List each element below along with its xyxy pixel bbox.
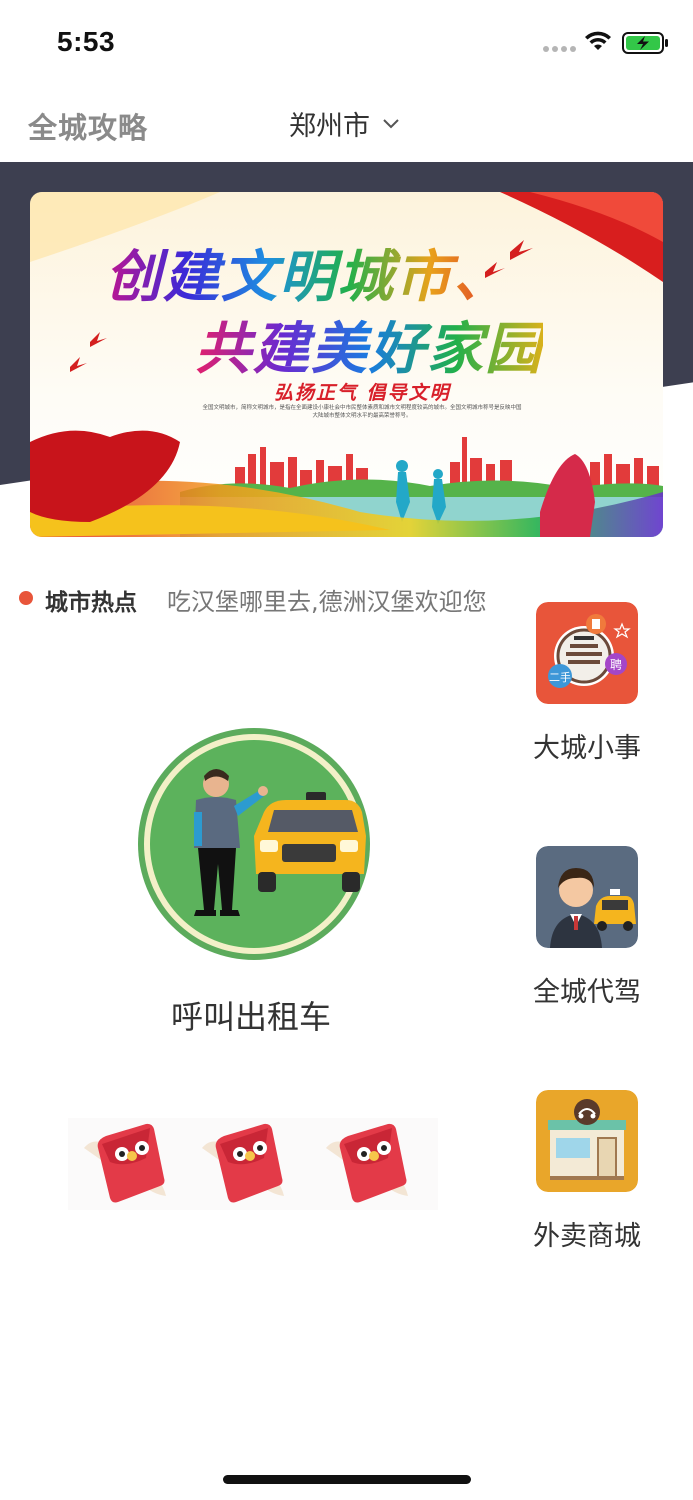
hot-news-dot bbox=[19, 591, 33, 605]
service-label: 全城代驾 bbox=[533, 977, 641, 1008]
hot-news-label: 城市热点 bbox=[45, 590, 137, 616]
taxi-hail-icon bbox=[138, 728, 370, 960]
service-chauffeur[interactable]: 全城代驾 bbox=[522, 846, 652, 1009]
delivery-shop-icon bbox=[536, 1090, 638, 1192]
red-envelope-icon bbox=[326, 1123, 408, 1203]
red-envelope-icon bbox=[202, 1123, 284, 1203]
home-indicator[interactable] bbox=[223, 1475, 471, 1484]
call-taxi-button[interactable] bbox=[136, 726, 372, 962]
status-time: 5:53 bbox=[57, 26, 116, 57]
red-envelope-icon bbox=[84, 1123, 166, 1203]
call-taxi-label: 呼叫出租车 bbox=[170, 998, 331, 1036]
banner-headline-2: 共建美好家园 bbox=[195, 304, 543, 385]
chauffeur-icon bbox=[536, 846, 638, 948]
service-label: 外卖商城 bbox=[533, 1221, 641, 1252]
page-title: 全城攻略 bbox=[28, 111, 149, 145]
banner[interactable]: 创建文明城市、 共建美好家园 弘扬正气 倡导文明 全国文明城市，简称文明城市，是… bbox=[30, 192, 663, 537]
banner-small-text: 全国文明城市，简称文明城市，是指在全面建设小康社会中市民整体素质和城市文明程度较… bbox=[202, 405, 522, 419]
banner-headline-1: 创建文明城市、 bbox=[105, 232, 511, 313]
city-selector[interactable]: 郑州市 bbox=[289, 105, 400, 142]
service-city-news[interactable]: 二手 聘 大城小事 bbox=[522, 602, 652, 765]
cellular-signal-icon bbox=[543, 46, 577, 52]
nav-bar: 全城攻略 郑州市 bbox=[0, 90, 693, 162]
status-bar: 5:53 bbox=[0, 0, 693, 90]
banner-slogan: 弘扬正气 倡导文明 bbox=[274, 382, 451, 404]
svg-text:二手: 二手 bbox=[549, 670, 571, 684]
wifi-icon bbox=[585, 31, 611, 50]
hot-news-text[interactable]: 吃汉堡哪里去,德洲汉堡欢迎您 bbox=[167, 580, 497, 624]
chevron-down-icon bbox=[383, 119, 399, 129]
service-label: 大城小事 bbox=[533, 733, 641, 764]
service-delivery-shop[interactable]: 外卖商城 bbox=[522, 1090, 652, 1253]
city-news-icon: 二手 聘 bbox=[536, 602, 638, 704]
svg-text:聘: 聘 bbox=[610, 658, 622, 672]
red-envelope-banner[interactable] bbox=[68, 1118, 438, 1210]
battery-charging-icon bbox=[622, 32, 668, 54]
city-name: 郑州市 bbox=[289, 110, 370, 142]
